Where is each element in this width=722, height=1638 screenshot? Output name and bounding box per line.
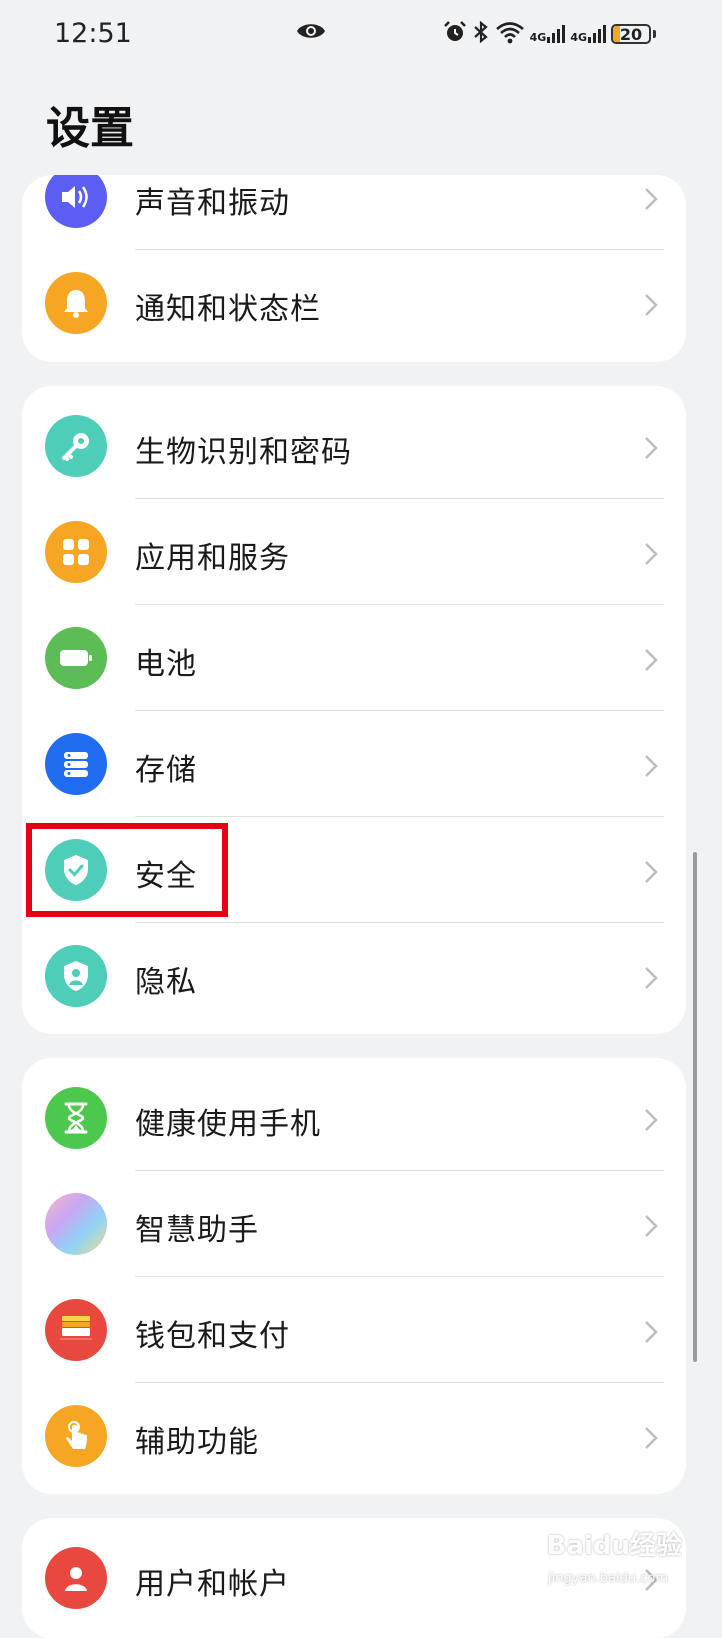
network-type-2: 4G bbox=[570, 31, 587, 44]
settings-item-wallet-payment[interactable]: 钱包和支付 bbox=[22, 1277, 686, 1383]
status-bar: 12:51 4G 4G 20 bbox=[0, 0, 722, 70]
settings-item-smart-assistant[interactable]: 智慧助手 bbox=[22, 1171, 686, 1277]
status-time: 12:51 bbox=[54, 18, 132, 49]
eye-comfort-icon bbox=[296, 20, 326, 46]
chevron-right-icon bbox=[644, 1426, 658, 1454]
wifi-icon bbox=[495, 20, 525, 48]
bell-icon bbox=[45, 272, 107, 334]
signal-2-icon: 4G bbox=[570, 25, 606, 43]
privacy-shield-icon bbox=[45, 945, 107, 1007]
settings-item-label: 电池 bbox=[135, 647, 197, 682]
battery-icon bbox=[45, 627, 107, 689]
alarm-icon bbox=[443, 20, 467, 48]
chevron-right-icon bbox=[644, 966, 658, 994]
settings-item-storage[interactable]: 存储 bbox=[22, 711, 686, 817]
chevron-right-icon bbox=[644, 187, 658, 215]
chevron-right-icon bbox=[644, 754, 658, 782]
settings-group-3: 健康使用手机 智慧助手 钱包和支付 辅助功能 bbox=[22, 1058, 686, 1494]
chevron-right-icon bbox=[644, 436, 658, 464]
settings-item-label: 智慧助手 bbox=[135, 1213, 259, 1248]
settings-item-label: 通知和状态栏 bbox=[135, 292, 321, 327]
hand-touch-icon bbox=[45, 1405, 107, 1467]
settings-item-biometrics-password[interactable]: 生物识别和密码 bbox=[22, 393, 686, 499]
chevron-right-icon bbox=[644, 293, 658, 321]
battery-tip bbox=[653, 30, 656, 38]
chevron-right-icon bbox=[644, 860, 658, 888]
settings-item-label: 存储 bbox=[135, 753, 197, 788]
chevron-right-icon bbox=[644, 542, 658, 570]
settings-group-1: 声音和振动 通知和状态栏 bbox=[22, 175, 686, 362]
settings-item-battery[interactable]: 电池 bbox=[22, 605, 686, 711]
hourglass-icon bbox=[45, 1087, 107, 1149]
chevron-right-icon bbox=[644, 1320, 658, 1348]
highlight-box bbox=[26, 823, 228, 917]
speaker-icon bbox=[45, 175, 107, 228]
settings-item-apps-services[interactable]: 应用和服务 bbox=[22, 499, 686, 605]
settings-item-label: 辅助功能 bbox=[135, 1425, 259, 1460]
apps-grid-icon bbox=[45, 521, 107, 583]
chevron-right-icon bbox=[644, 1214, 658, 1242]
settings-item-label: 用户和帐户 bbox=[135, 1567, 290, 1602]
settings-item-notifications[interactable]: 通知和状态栏 bbox=[22, 250, 686, 356]
settings-item-sound-vibration[interactable]: 声音和振动 bbox=[22, 175, 686, 250]
settings-item-privacy[interactable]: 隐私 bbox=[22, 923, 686, 1029]
settings-item-label: 隐私 bbox=[135, 965, 197, 1000]
battery-level: 20 bbox=[619, 25, 643, 44]
scrollbar[interactable] bbox=[693, 852, 697, 1362]
watermark-url: jingyan.baidu.com bbox=[548, 1571, 668, 1586]
storage-icon bbox=[45, 733, 107, 795]
settings-item-label: 声音和振动 bbox=[135, 186, 290, 221]
settings-item-label: 健康使用手机 bbox=[135, 1107, 321, 1142]
signal-1-icon: 4G bbox=[530, 25, 566, 43]
watermark-brand: Baidu经验 bbox=[546, 1531, 682, 1561]
page-title: 设置 bbox=[46, 103, 134, 154]
settings-item-digital-balance[interactable]: 健康使用手机 bbox=[22, 1065, 686, 1171]
status-icons: 4G 4G 20 bbox=[443, 20, 656, 48]
wallet-icon bbox=[45, 1299, 107, 1361]
chevron-right-icon bbox=[644, 648, 658, 676]
chevron-right-icon bbox=[644, 1108, 658, 1136]
settings-group-2: 生物识别和密码 应用和服务 电池 存储 安全 隐私 bbox=[22, 386, 686, 1034]
settings-item-accessibility[interactable]: 辅助功能 bbox=[22, 1383, 686, 1489]
settings-item-label: 应用和服务 bbox=[135, 541, 290, 576]
key-icon bbox=[45, 415, 107, 477]
settings-item-label: 钱包和支付 bbox=[135, 1319, 290, 1354]
assistant-orb-icon bbox=[45, 1193, 107, 1255]
battery-indicator: 20 bbox=[611, 24, 651, 44]
bluetooth-icon bbox=[472, 20, 490, 48]
settings-item-label: 生物识别和密码 bbox=[135, 435, 352, 470]
network-type-1: 4G bbox=[529, 31, 547, 44]
